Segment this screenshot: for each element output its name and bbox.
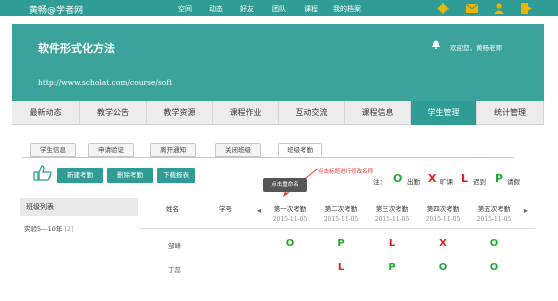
legend-symbol-late: L <box>461 172 469 185</box>
mark-r1-c4[interactable]: X <box>433 238 453 249</box>
tab-resources[interactable]: 教学资源 <box>147 101 213 125</box>
legend-symbol-leave: P <box>495 172 504 185</box>
new-attendance-button[interactable]: 新建考勤 <box>57 168 103 183</box>
mark-r1-c2[interactable]: P <box>331 238 351 249</box>
subtab-attendance[interactable]: 班级考勤 <box>278 143 322 157</box>
main-tabs: 最新动态 教学公告 教学资源 课程作业 互动交流 课程信息 学生管理 统计管理 <box>12 101 544 125</box>
col-header-name: 姓名 <box>166 205 179 213</box>
class-list-title: 班级列表 <box>20 198 138 216</box>
brand-title[interactable]: 黄畅@学者网 <box>29 3 83 16</box>
mark-r2-c4[interactable]: O <box>433 262 453 273</box>
course-url[interactable]: http://www.scholat.com/course/soft <box>38 78 172 87</box>
mark-r1-c1[interactable]: O <box>280 238 300 249</box>
scroll-left-icon[interactable]: ◂ <box>257 206 261 215</box>
tab-statistics[interactable]: 统计管理 <box>477 101 544 125</box>
session-date-3: 2015-11-05 <box>374 216 410 223</box>
session-date-1: 2015-11-05 <box>272 216 308 223</box>
tab-latest[interactable]: 最新动态 <box>12 101 80 125</box>
legend-symbol-absent: X <box>428 172 437 185</box>
tab-interaction[interactable]: 互动交流 <box>279 101 345 125</box>
legend-label-present: 出勤 <box>407 178 420 186</box>
course-header <box>12 24 544 101</box>
mark-r1-c3[interactable]: L <box>382 238 402 249</box>
subtab-close-class[interactable]: 关闭班级 <box>215 143 261 157</box>
session-title-5[interactable]: 第五次考勤 <box>474 203 514 213</box>
gear-icon[interactable] <box>437 3 449 14</box>
bell-icon[interactable] <box>432 40 440 49</box>
nav-feed[interactable]: 动态 <box>209 4 223 14</box>
legend-symbol-present: O <box>393 172 403 185</box>
tab-homework[interactable]: 课程作业 <box>213 101 279 125</box>
thumbs-up-icon <box>33 165 52 181</box>
subtab-student-info[interactable]: 学生信息 <box>30 143 76 157</box>
nav-profile[interactable]: 我的档案 <box>333 4 361 14</box>
nav-space[interactable]: 空间 <box>178 4 192 14</box>
nav-team[interactable]: 团队 <box>272 4 286 14</box>
nav-course[interactable]: 课程 <box>304 4 318 14</box>
table-divider <box>140 228 535 229</box>
session-title-1[interactable]: 第一次考勤 <box>270 203 310 213</box>
mark-r1-c5[interactable]: O <box>484 238 504 249</box>
session-title-3[interactable]: 第三次考勤 <box>372 203 412 213</box>
col-header-id: 学号 <box>219 205 232 213</box>
rename-hint: 点击标题进行修改名称 <box>318 169 374 175</box>
legend-label-leave: 请假 <box>507 178 520 186</box>
delete-attendance-button[interactable]: 删除考勤 <box>107 168 153 183</box>
subtab-leave-notice[interactable]: 离开通知 <box>150 143 196 157</box>
class-count: [2] <box>64 225 74 233</box>
student-name-1: 邹峰 <box>168 242 181 250</box>
session-title-2[interactable]: 第二次考勤 <box>321 203 361 213</box>
legend-prefix: 注： <box>373 178 386 186</box>
mark-r2-c2[interactable]: L <box>331 262 351 273</box>
class-name[interactable]: 实验5—10年 <box>24 225 62 233</box>
mail-icon[interactable] <box>466 4 478 13</box>
session-date-5: 2015-11-05 <box>476 216 512 223</box>
session-date-2: 2015-11-05 <box>323 216 359 223</box>
course-title: 软件形式化方法 <box>38 42 115 55</box>
legend-label-absent: 旷课 <box>440 178 453 186</box>
mark-r2-c5[interactable]: O <box>484 262 504 273</box>
scroll-right-icon[interactable]: ▸ <box>524 206 528 215</box>
mark-r2-c3[interactable]: P <box>382 262 402 273</box>
rename-tooltip: 点击重命名 <box>263 178 307 192</box>
user-icon[interactable] <box>494 3 504 14</box>
tab-announcements[interactable]: 教学公告 <box>80 101 147 125</box>
session-date-4: 2015-11-05 <box>425 216 461 223</box>
logout-icon[interactable] <box>521 3 532 14</box>
student-name-2: 丁蕊 <box>168 266 181 274</box>
download-report-button[interactable]: 下载报表 <box>157 168 195 183</box>
session-title-4[interactable]: 第四次考勤 <box>423 203 463 213</box>
class-list-item[interactable]: 实验5—10年 [2] <box>24 223 74 233</box>
nav-friends[interactable]: 好友 <box>240 4 254 14</box>
tab-course-info[interactable]: 课程信息 <box>345 101 411 125</box>
subtab-apply-verify[interactable]: 申请验证 <box>88 143 134 157</box>
tab-student-management[interactable]: 学生管理 <box>411 101 477 125</box>
legend-label-late: 迟到 <box>473 178 486 186</box>
subtab-divider <box>22 157 514 158</box>
welcome-text: 欢迎您，黄畅老师 <box>450 44 502 52</box>
